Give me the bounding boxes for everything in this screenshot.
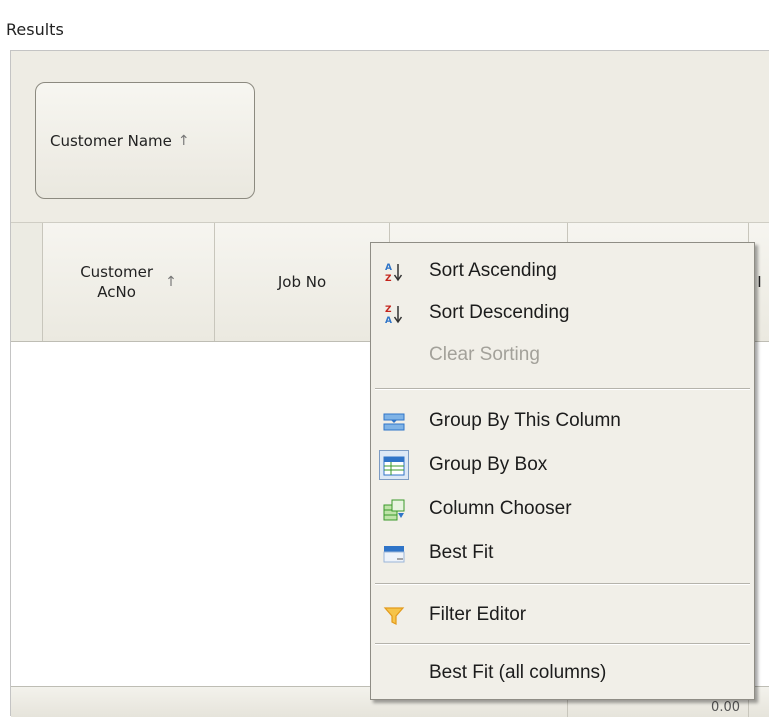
column-chooser-icon: [383, 499, 405, 521]
menu-separator: [375, 643, 750, 645]
menu-item-best-fit-all-columns[interactable]: Best Fit (all columns): [371, 653, 754, 693]
menu-item-clear-sorting[interactable]: Clear Sorting: [371, 335, 754, 375]
column-context-menu: A Z Sort Ascending Z A Sort Descending C…: [370, 242, 755, 700]
menu-item-label: Group By Box: [429, 454, 548, 475]
group-by-panel: Customer Name ↑: [11, 51, 769, 223]
sort-up-arrow-icon: ↑: [177, 132, 190, 149]
group-by-column-icon: [383, 411, 405, 433]
menu-item-label: Best Fit (all columns): [429, 662, 607, 683]
column-header-label-line1: Customer: [80, 263, 154, 281]
filter-icon: [383, 605, 405, 627]
menu-separator: [375, 388, 750, 390]
best-fit-icon: [383, 543, 405, 565]
menu-item-column-chooser[interactable]: Column Chooser: [371, 489, 754, 529]
group-by-box-icon: [383, 455, 405, 477]
menu-item-label: Filter Editor: [429, 604, 527, 625]
menu-item-group-by-this-column[interactable]: Group By This Column: [371, 401, 754, 441]
column-header-label-line2: AcNo: [97, 283, 136, 301]
footer-summary-value: 0.00: [711, 700, 740, 715]
column-header-label: Job No: [277, 273, 327, 291]
menu-item-sort-ascending[interactable]: A Z Sort Ascending: [371, 251, 754, 291]
menu-item-label: Best Fit: [429, 542, 494, 563]
sort-up-arrow-icon: ↑: [165, 274, 177, 290]
menu-item-label: Clear Sorting: [429, 344, 540, 365]
svg-text:Z: Z: [385, 274, 392, 283]
menu-item-label: Sort Descending: [429, 302, 570, 323]
menu-item-label: Sort Ascending: [429, 260, 557, 281]
column-header-job-no[interactable]: Job No: [215, 223, 390, 341]
svg-text:A: A: [385, 316, 392, 325]
sort-descending-icon: Z A: [383, 303, 405, 325]
group-box-label: Customer Name: [50, 131, 172, 150]
menu-item-label: Group By This Column: [429, 410, 621, 431]
menu-item-label: Column Chooser: [429, 498, 572, 519]
svg-text:Z: Z: [385, 305, 392, 315]
menu-item-filter-editor[interactable]: Filter Editor: [371, 595, 754, 635]
row-indicator-header: [11, 223, 43, 341]
menu-separator: [375, 583, 750, 585]
menu-item-best-fit[interactable]: Best Fit: [371, 533, 754, 573]
sort-ascending-icon: A Z: [383, 261, 405, 283]
svg-text:A: A: [385, 263, 392, 273]
column-header-label: I: [757, 273, 762, 291]
group-box-customer-name[interactable]: Customer Name ↑: [35, 82, 255, 199]
menu-item-sort-descending[interactable]: Z A Sort Descending: [371, 293, 754, 333]
results-title: Results: [6, 20, 64, 39]
menu-item-group-by-box[interactable]: Group By Box: [371, 445, 754, 485]
column-header-customer-acno[interactable]: Customer AcNo ↑: [43, 223, 215, 341]
